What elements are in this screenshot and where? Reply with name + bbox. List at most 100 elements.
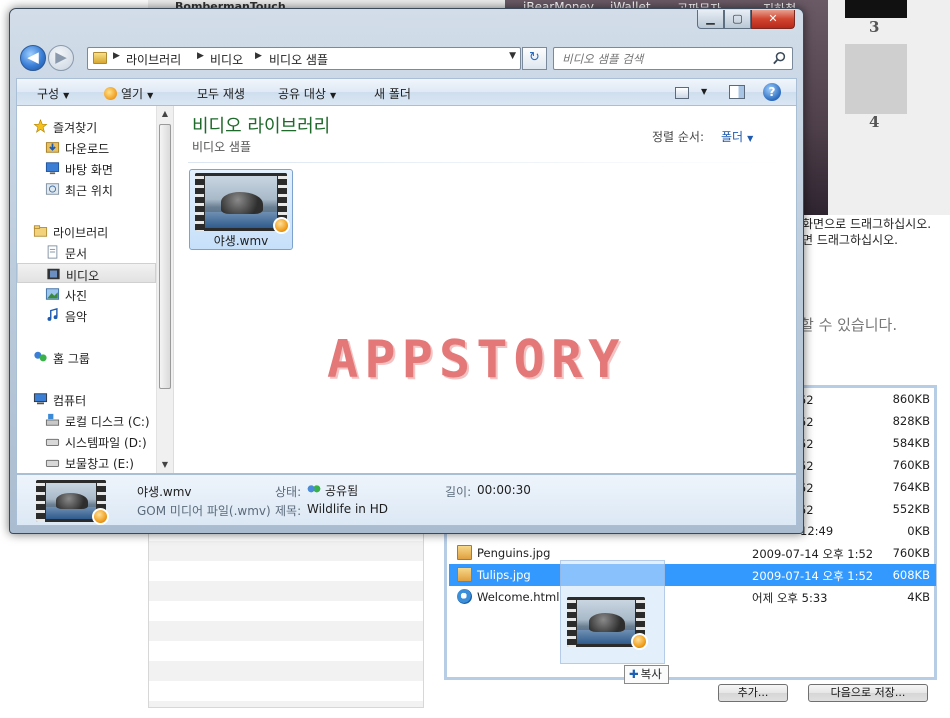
file-size: 4KB	[907, 590, 930, 604]
video-file-item[interactable]: 야생.wmv	[189, 169, 293, 250]
file-row[interactable]: Welcome.html 어제 오후 5:33 4KB	[449, 586, 936, 608]
new-folder-button[interactable]: 새 폴더	[374, 85, 411, 102]
drive-icon	[45, 459, 60, 467]
plus-icon: ✚	[629, 667, 639, 681]
address-bar[interactable]: ▶ 라이브러리 ▶ 비디오 ▶ 비디오 샘플 ▼	[87, 47, 521, 70]
play-all-button[interactable]: 모두 재생	[197, 85, 245, 102]
nav-local-disk[interactable]: 로컬 디스크 (C:)	[17, 410, 156, 430]
details-file-type: GOM 미디어 파일(.wmv)	[137, 504, 271, 518]
nav-downloads[interactable]: 다운로드	[17, 137, 156, 157]
computer-icon	[33, 393, 48, 405]
recent-places-icon	[45, 183, 60, 195]
breadcrumb-separator-icon[interactable]: ▶	[197, 51, 204, 61]
jpg-file-icon	[457, 567, 472, 582]
content-pane: 비디오 라이브러리 비디오 샘플 정렬 순서: 폴더 ▼ 야생.wmv APPST…	[174, 106, 796, 473]
address-dropdown-icon[interactable]: ▼	[509, 51, 516, 61]
breadcrumb-separator-icon[interactable]: ▶	[255, 51, 262, 61]
document-icon	[47, 245, 58, 259]
save-as-button[interactable]: 다음으로 저장...	[808, 684, 928, 702]
copy-drag-tooltip: ✚ 복사	[624, 665, 669, 684]
nav-homegroup[interactable]: 홈 그룹	[17, 347, 156, 367]
close-button[interactable]: ✕	[751, 10, 795, 29]
appstory-watermark: APPSTORY	[327, 330, 626, 390]
refresh-button[interactable]: ↻	[522, 47, 547, 70]
nav-desktop[interactable]: 바탕 화면	[17, 158, 156, 178]
search-input[interactable]	[560, 50, 760, 67]
film-icon	[47, 268, 60, 280]
details-state-label: 상태:	[275, 485, 302, 499]
nav-scrollbar[interactable]: ▲ ▼	[156, 106, 173, 473]
share-with-menu[interactable]: 공유 대상 ▼	[278, 85, 336, 102]
screen-number: 3	[869, 18, 880, 36]
nav-documents[interactable]: 문서	[17, 242, 156, 262]
explorer-window: ▁ ▢ ✕ ◀ ▶ ▶ 라이브러리 ▶ 비디오 ▶ 비디오 샘플 ▼ ↻ 구성▼…	[9, 8, 804, 534]
screen-thumbnail[interactable]	[845, 44, 907, 114]
instruction-text: 화면으로 드래그하십시오.	[802, 217, 932, 231]
file-name: 야생.wmv	[213, 234, 269, 248]
file-row-selected[interactable]: Tulips.jpg 2009-07-14 오후 1:52 608KB	[449, 564, 936, 586]
scroll-down-icon[interactable]: ▼	[157, 457, 173, 473]
details-file-name: 야생.wmv	[137, 485, 192, 499]
scroll-up-icon[interactable]: ▲	[157, 106, 173, 122]
sort-dropdown[interactable]: 폴더 ▼	[721, 128, 753, 145]
breadcrumb-libraries[interactable]: 라이브러리	[126, 51, 181, 68]
back-button[interactable]: ◀	[20, 45, 46, 71]
nav-treasure-drive[interactable]: 보물창고 (E:)	[17, 452, 156, 472]
details-pane: 야생.wmv GOM 미디어 파일(.wmv) 상태: 공유됨 제목: Wild…	[16, 474, 797, 526]
screen-number: 4	[869, 113, 880, 131]
details-title-value[interactable]: Wildlife in HD	[307, 502, 388, 516]
nav-libraries[interactable]: 라이브러리	[17, 221, 156, 241]
chevron-down-icon: ▼	[329, 91, 337, 100]
system-drive-icon	[45, 413, 60, 426]
view-options-chevron-icon[interactable]: ▼	[701, 87, 707, 96]
navigation-bar: ◀ ▶ ▶ 라이브러리 ▶ 비디오 ▶ 비디오 샘플 ▼ ↻	[10, 41, 803, 77]
file-row[interactable]: Penguins.jpg 2009-07-14 오후 1:52 760KB	[449, 542, 936, 564]
scrollbar-thumb[interactable]	[159, 124, 171, 389]
forward-button[interactable]: ▶	[48, 45, 74, 71]
breadcrumb-separator-icon[interactable]: ▶	[113, 51, 120, 61]
gom-player-icon	[104, 87, 117, 100]
chevron-down-icon: ▼	[63, 91, 70, 100]
file-size: 552KB	[892, 502, 930, 516]
details-length-label: 길이:	[445, 485, 472, 499]
copy-tooltip-label: 복사	[640, 667, 662, 681]
video-thumbnail-icon	[195, 173, 290, 234]
change-view-icon[interactable]	[675, 87, 689, 99]
nav-music[interactable]: 음악	[17, 305, 156, 325]
search-box[interactable]	[553, 47, 793, 70]
file-name: Tulips.jpg	[477, 568, 531, 582]
nav-system-files-drive[interactable]: 시스템파일 (D:)	[17, 431, 156, 451]
file-date: 2009-07-14 오후 1:52	[752, 547, 874, 561]
nav-computer[interactable]: 컴퓨터	[17, 389, 156, 409]
help-icon[interactable]: ?	[763, 83, 781, 101]
background-table	[148, 520, 424, 708]
navigation-pane: 즐겨찾기 다운로드 바탕 화면 최근 위치 라이브러리 문서 비디오 사진 음악…	[17, 106, 174, 473]
breadcrumb-videos[interactable]: 비디오	[210, 51, 243, 68]
chevron-down-icon: ▼	[147, 91, 154, 100]
pictures-icon	[45, 288, 60, 300]
add-button[interactable]: 추가...	[718, 684, 788, 702]
search-icon[interactable]	[772, 51, 787, 66]
chevron-down-icon: ▼	[747, 134, 754, 143]
open-button[interactable]: 열기 ▼	[104, 85, 153, 102]
video-thumbnail-icon	[36, 480, 109, 525]
sort-label: 정렬 순서:	[652, 130, 705, 144]
jpg-file-icon	[457, 545, 472, 560]
file-size: 760KB	[892, 546, 930, 560]
file-name: Welcome.html	[477, 590, 560, 604]
caption-buttons: ▁ ▢ ✕	[697, 10, 795, 29]
nav-videos[interactable]: 비디오	[17, 263, 156, 283]
preview-pane-icon[interactable]	[729, 85, 745, 99]
maximize-button[interactable]: ▢	[724, 10, 751, 29]
nav-pictures[interactable]: 사진	[17, 284, 156, 304]
breadcrumb-video-samples[interactable]: 비디오 샘플	[269, 51, 328, 68]
gom-player-badge-icon	[631, 633, 648, 650]
organize-menu[interactable]: 구성 ▼	[37, 85, 69, 102]
details-length-value: 00:00:30	[477, 483, 531, 497]
drag-ghost	[560, 560, 665, 664]
screen-thumbnail[interactable]	[845, 0, 907, 18]
nav-favorites[interactable]: 즐겨찾기	[17, 116, 156, 136]
nav-recent[interactable]: 최근 위치	[17, 179, 156, 199]
minimize-button[interactable]: ▁	[697, 10, 724, 29]
file-name: Penguins.jpg	[477, 546, 551, 560]
